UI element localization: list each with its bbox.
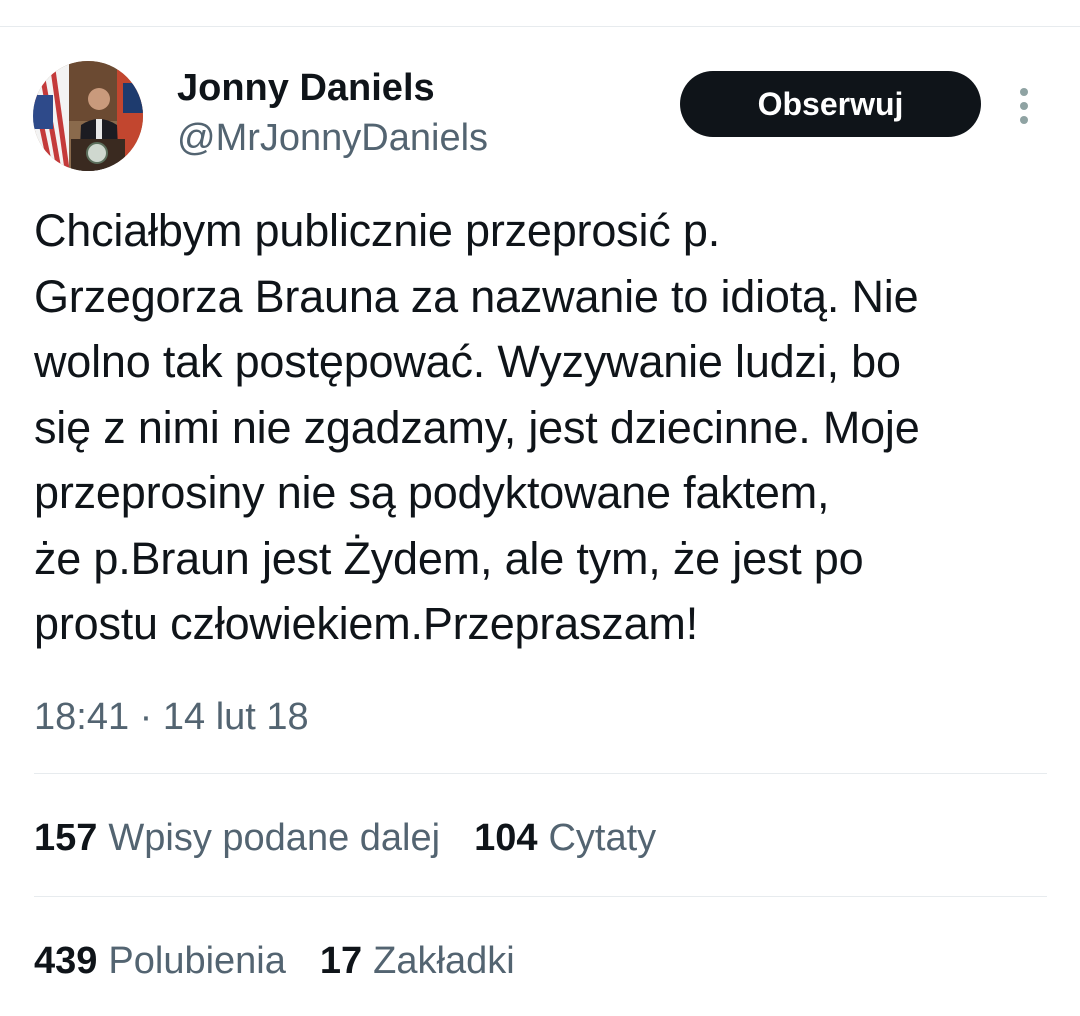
author-display-name[interactable]: Jonny Daniels <box>177 66 435 110</box>
likes-count: 439 <box>34 940 98 982</box>
top-divider <box>0 26 1080 27</box>
divider <box>34 896 1047 897</box>
follow-button[interactable]: Obserwuj <box>680 71 981 137</box>
quotes-stat[interactable]: 104 Cytaty <box>474 814 656 862</box>
bookmarks-stat[interactable]: 17 Zakładki <box>320 937 515 985</box>
author-avatar[interactable] <box>33 61 143 171</box>
bookmarks-label: Zakładki <box>373 940 515 982</box>
more-vertical-icon <box>1020 88 1028 124</box>
quotes-count: 104 <box>474 817 538 859</box>
more-options-button[interactable] <box>1010 84 1038 128</box>
quotes-label: Cytaty <box>548 817 657 859</box>
retweets-stat[interactable]: 157 Wpisy podane dalej <box>34 814 440 862</box>
likes-stat[interactable]: 439 Polubienia <box>34 937 286 985</box>
engagement-row-2: 439 Polubienia 17 Zakładki <box>34 937 515 985</box>
likes-label: Polubienia <box>108 940 286 982</box>
avatar-photo-icon <box>33 61 143 171</box>
retweets-label: Wpisy podane dalej <box>108 817 441 859</box>
author-handle[interactable]: @MrJonnyDaniels <box>177 116 488 160</box>
tweet-timestamp[interactable]: 18:41 · 14 lut 18 <box>34 693 309 741</box>
divider <box>34 773 1047 774</box>
tweet-text: Chciałbym publicznie przeprosić p. Grzeg… <box>34 205 920 649</box>
retweets-count: 157 <box>34 817 98 859</box>
bookmarks-count: 17 <box>319 940 363 982</box>
engagement-row-1: 157 Wpisy podane dalej 104 Cytaty <box>34 814 656 862</box>
